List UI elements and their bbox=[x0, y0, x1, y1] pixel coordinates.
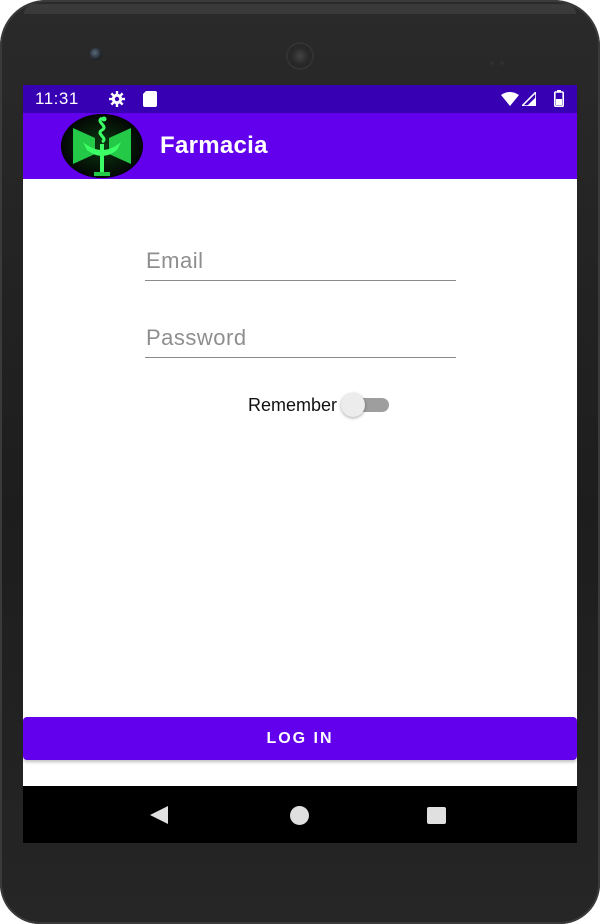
home-icon[interactable] bbox=[290, 806, 309, 825]
battery-icon bbox=[554, 90, 564, 107]
pharmacy-logo-icon bbox=[61, 114, 143, 178]
password-field[interactable] bbox=[145, 318, 456, 358]
front-camera bbox=[90, 48, 102, 60]
back-icon[interactable] bbox=[149, 805, 169, 825]
wifi-icon bbox=[501, 92, 519, 106]
sd-card-icon bbox=[143, 91, 157, 107]
recents-icon[interactable] bbox=[427, 807, 446, 824]
earpiece-speaker bbox=[286, 42, 314, 70]
status-bar: 11:31 bbox=[23, 85, 577, 113]
remember-label: Remember bbox=[248, 394, 338, 415]
gear-icon bbox=[109, 91, 125, 107]
signal-icon bbox=[522, 92, 536, 106]
device-screen: 11:31 Farmacia Email Remember LOG IN bbox=[23, 85, 577, 843]
login-button[interactable]: LOG IN bbox=[23, 717, 577, 760]
switch-thumb bbox=[341, 393, 366, 417]
phone-top-edge bbox=[24, 4, 576, 14]
remember-switch[interactable] bbox=[341, 391, 393, 419]
app-bar: Farmacia bbox=[23, 113, 577, 179]
navigation-bar bbox=[23, 786, 577, 843]
email-field[interactable] bbox=[145, 241, 456, 281]
remember-row: Remember bbox=[248, 391, 393, 419]
status-time: 11:31 bbox=[35, 89, 79, 108]
proximity-sensor bbox=[490, 52, 510, 65]
phone-frame: 11:31 Farmacia Email Remember LOG IN bbox=[0, 0, 600, 924]
app-title: Farmacia bbox=[160, 132, 268, 159]
